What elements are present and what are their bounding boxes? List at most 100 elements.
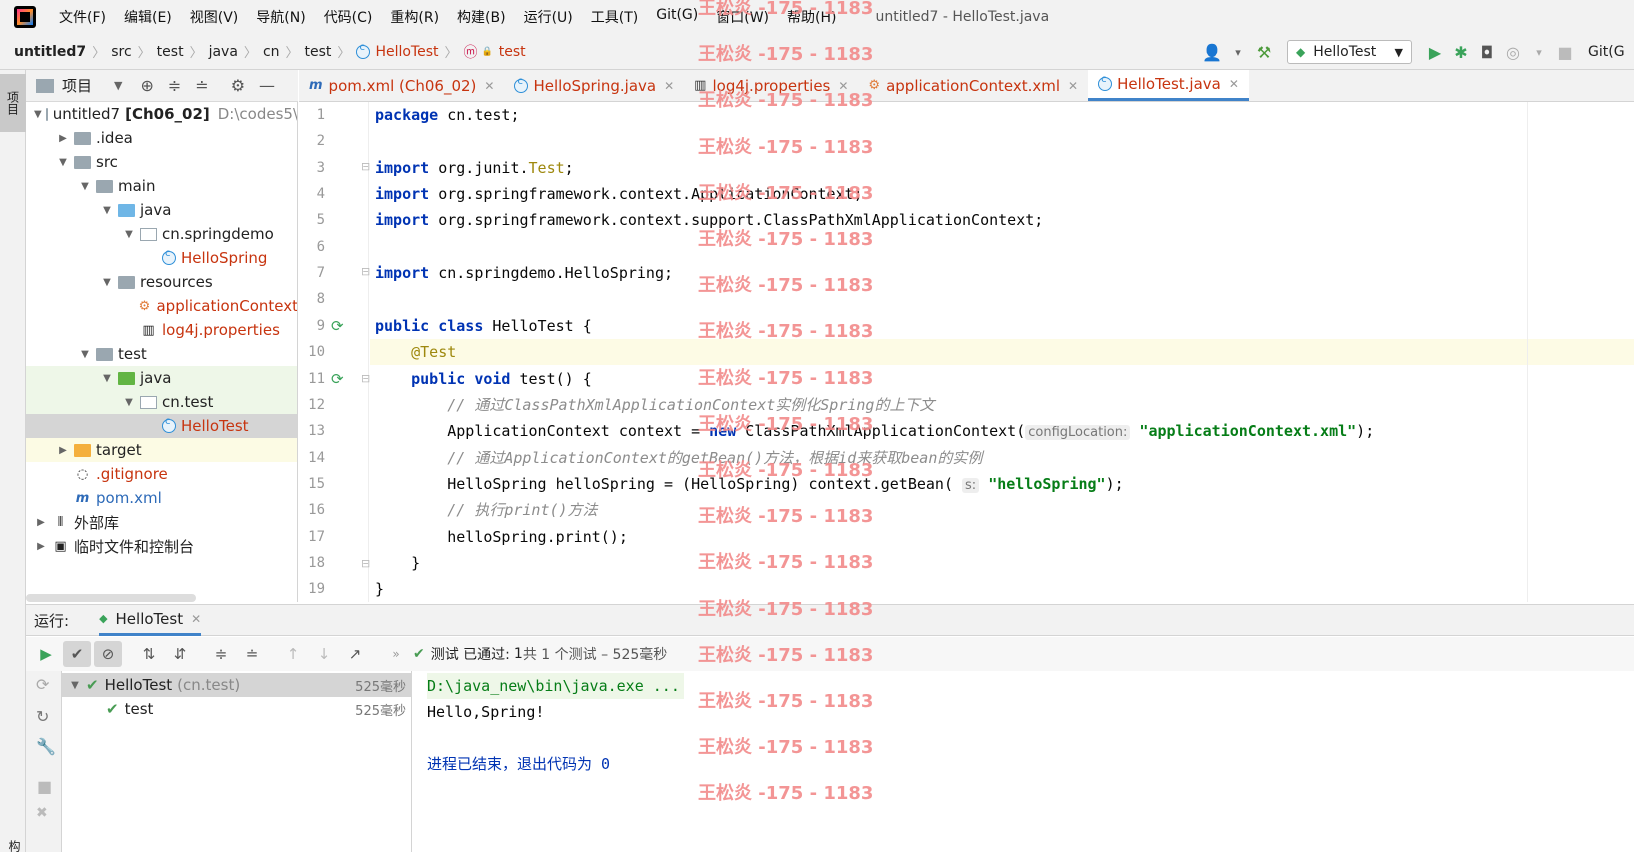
project-tree-item[interactable]: HelloTest bbox=[26, 414, 297, 438]
previous-icon[interactable]: ↑ bbox=[279, 641, 307, 667]
menu-item[interactable]: 导航(N) bbox=[247, 7, 314, 27]
fold-icon[interactable]: ⊟ bbox=[361, 265, 370, 278]
run-gutter-icon[interactable]: ⟳ bbox=[331, 317, 344, 335]
close-icon[interactable]: ✕ bbox=[664, 79, 674, 93]
run-gutter-icon[interactable]: ⟳ bbox=[331, 370, 344, 388]
project-tree-item[interactable]: ▼ test bbox=[26, 342, 297, 366]
tree-arrow-icon[interactable]: ▼ bbox=[56, 157, 70, 168]
project-tree-item[interactable]: ▶ .idea bbox=[26, 126, 297, 150]
menu-item[interactable]: 构建(B) bbox=[448, 7, 515, 27]
chevron-down-icon[interactable]: ▾ bbox=[1526, 46, 1552, 59]
project-tree-item[interactable]: ▶ ▣ 临时文件和控制台 bbox=[26, 534, 297, 558]
project-tree-item[interactable]: ▥ log4j.properties bbox=[26, 318, 297, 342]
tree-arrow-icon[interactable]: ▼ bbox=[34, 109, 42, 120]
stop-icon[interactable]: ■ bbox=[1552, 43, 1578, 62]
breadcrumb-item[interactable]: cn bbox=[263, 44, 280, 60]
editor-tab[interactable]: HelloTest.java ✕ bbox=[1088, 70, 1249, 101]
code-line[interactable] bbox=[370, 234, 1634, 260]
editor-tab[interactable]: m pom.xml (Ch06_02) ✕ bbox=[299, 70, 504, 101]
expand-all-icon[interactable]: ≑ bbox=[168, 76, 181, 95]
code-line[interactable]: import org.springframework.context.suppo… bbox=[370, 207, 1634, 233]
close-icon[interactable]: ✕ bbox=[1229, 77, 1239, 91]
tree-arrow-icon[interactable]: ▼ bbox=[78, 181, 92, 192]
code-line[interactable]: ApplicationContext context = new ClassPa… bbox=[370, 418, 1634, 444]
tree-arrow-icon[interactable]: ▼ bbox=[100, 373, 114, 384]
show-ignored-icon[interactable]: ⊘ bbox=[94, 641, 122, 667]
tree-arrow-icon[interactable]: ▼ bbox=[122, 397, 136, 408]
rerun-icon[interactable]: ▶ bbox=[32, 641, 60, 667]
project-tree-item[interactable]: m pom.xml bbox=[26, 486, 297, 510]
fold-icon[interactable]: ⊟ bbox=[361, 372, 370, 385]
run-tab[interactable]: ◆ HelloTest ✕ bbox=[99, 605, 202, 636]
project-tree-item[interactable]: ▼ java bbox=[26, 366, 297, 390]
code-line[interactable]: } bbox=[370, 550, 1634, 576]
code-line[interactable]: // 执行print()方法 bbox=[370, 497, 1634, 523]
project-tool-button[interactable]: 项目 bbox=[0, 74, 26, 132]
project-view-select[interactable]: 项目 bbox=[62, 75, 92, 96]
code-line[interactable]: public class HelloTest { bbox=[370, 313, 1634, 339]
code-line[interactable]: import cn.springdemo.HelloSpring; bbox=[370, 260, 1634, 286]
locate-icon[interactable]: ⊕ bbox=[140, 76, 153, 95]
export-icon[interactable]: ↗ bbox=[341, 641, 369, 667]
close-icon[interactable]: ✖ bbox=[36, 805, 48, 821]
next-icon[interactable]: ↓ bbox=[310, 641, 338, 667]
code-line[interactable]: import org.springframework.context.Appli… bbox=[370, 181, 1634, 207]
coverage-icon[interactable]: ◘ bbox=[1474, 43, 1500, 62]
code-line[interactable]: HelloSpring helloSpring = (HelloSpring) … bbox=[370, 471, 1634, 497]
tree-arrow-icon[interactable]: ▶ bbox=[34, 517, 48, 528]
menu-item[interactable]: 编辑(E) bbox=[115, 7, 181, 27]
collapse-all-icon[interactable]: ≐ bbox=[195, 76, 208, 95]
project-tree-item[interactable]: ◌ .gitignore bbox=[26, 462, 297, 486]
profile-icon[interactable]: ◎ bbox=[1500, 43, 1526, 62]
menu-item[interactable]: 运行(U) bbox=[515, 7, 582, 27]
code-line[interactable]: // 通过ApplicationContext的getBean()方法，根据id… bbox=[370, 445, 1634, 471]
menu-item[interactable]: 重构(R) bbox=[381, 7, 448, 27]
breadcrumb-item[interactable]: test bbox=[305, 44, 332, 60]
tree-arrow-icon[interactable]: ▶ bbox=[34, 541, 48, 552]
collapse-all-icon[interactable]: ≐ bbox=[238, 641, 266, 667]
tree-arrow-icon[interactable]: ▼ bbox=[78, 349, 92, 360]
chevron-down-icon[interactable]: ▼ bbox=[114, 79, 122, 92]
git-menu[interactable]: Git(G bbox=[1588, 44, 1634, 60]
run-config-select[interactable]: ◆ HelloTest ▼ bbox=[1287, 40, 1412, 64]
project-tree-item[interactable]: ⚙ applicationContext bbox=[26, 294, 297, 318]
breadcrumb-item[interactable]: untitled7 bbox=[14, 44, 86, 60]
tree-arrow-icon[interactable]: ▼ bbox=[122, 229, 136, 240]
project-tree-item[interactable]: ▼ cn.springdemo bbox=[26, 222, 297, 246]
tree-arrow-icon[interactable]: ▶ bbox=[56, 133, 70, 144]
horizontal-scrollbar[interactable] bbox=[26, 594, 196, 602]
project-tree-item[interactable]: ▼ cn.test bbox=[26, 390, 297, 414]
test-result-item[interactable]: ▼ ✔ HelloTest (cn.test) 525毫秒 bbox=[62, 673, 412, 697]
run-console[interactable]: D:\java_new\bin\java.exe ... Hello,Spring… bbox=[413, 671, 1634, 852]
code-line[interactable] bbox=[370, 286, 1634, 312]
gear-icon[interactable]: ⚙ bbox=[231, 76, 245, 95]
project-tree-item[interactable]: ▼ untitled7 [Ch06_02] D:\codes5\ bbox=[26, 102, 297, 126]
rerun-failed-icon[interactable]: ⟳ bbox=[36, 675, 49, 694]
tree-arrow-icon[interactable]: ▼ bbox=[68, 680, 82, 691]
breadcrumb-item[interactable]: ⓜ 🔒 test bbox=[464, 42, 526, 62]
run-icon[interactable]: ▶ bbox=[1422, 43, 1448, 62]
more-icon[interactable]: » bbox=[382, 641, 410, 667]
editor-tab[interactable]: ⚙ applicationContext.xml ✕ bbox=[858, 70, 1088, 101]
user-icon[interactable]: 👤 bbox=[1199, 43, 1225, 62]
project-tree-item[interactable]: ▶ ⫴ 外部库 bbox=[26, 510, 297, 534]
code-line[interactable]: // 通过ClassPathXmlApplicationContext实例化Sp… bbox=[370, 392, 1634, 418]
stop-icon[interactable]: ■ bbox=[37, 777, 52, 796]
sort-duration-icon[interactable]: ⇵ bbox=[166, 641, 194, 667]
editor-tab[interactable]: HelloSpring.java ✕ bbox=[504, 70, 684, 101]
code-line[interactable]: } bbox=[370, 576, 1634, 602]
breadcrumb-item[interactable]: java bbox=[209, 44, 238, 60]
hide-icon[interactable]: — bbox=[259, 76, 275, 95]
fold-icon[interactable]: ⊟ bbox=[361, 557, 370, 570]
code-line[interactable]: package cn.test; bbox=[370, 102, 1634, 128]
chevron-down-icon[interactable]: ▾ bbox=[1225, 46, 1251, 59]
show-passed-icon[interactable]: ✔ bbox=[63, 641, 91, 667]
code-line[interactable]: public void test() { bbox=[370, 366, 1634, 392]
tree-arrow-icon[interactable]: ▼ bbox=[100, 205, 114, 216]
code-line[interactable]: @Test bbox=[370, 339, 1634, 366]
menu-item[interactable]: 代码(C) bbox=[315, 7, 382, 27]
breadcrumb-item[interactable]: src bbox=[111, 44, 131, 60]
project-tree-item[interactable]: ▶ target bbox=[26, 438, 297, 462]
menu-item[interactable]: 工具(T) bbox=[582, 7, 647, 27]
code-line[interactable]: helloSpring.print(); bbox=[370, 524, 1634, 550]
